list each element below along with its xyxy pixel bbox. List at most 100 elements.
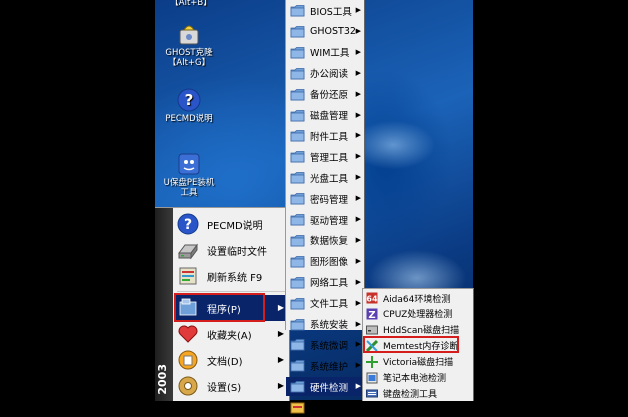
usb-tool-icon bbox=[177, 152, 201, 176]
start-item-label: 设置(S) bbox=[207, 382, 242, 394]
hardware-menu: 64 Aida64环境检测 Z CPUZ处理器检测 HddScan磁盘扫描 Memtest… bbox=[362, 288, 474, 401]
hardware-item-label: CPUZ处理器检测 bbox=[383, 310, 453, 321]
programs-item-label: 数据恢复 bbox=[310, 236, 349, 248]
programs-item[interactable]: 备份还原 ▶ bbox=[286, 85, 364, 104]
programs-item[interactable]: BIOS工具 ▶ bbox=[286, 1, 364, 20]
hardware-item[interactable]: Z CPUZ处理器检测 bbox=[363, 306, 473, 322]
desktop-icon-upe-tool[interactable]: U保盘PE装机 工具 bbox=[155, 152, 225, 198]
programs-item-label: 系统安装 bbox=[310, 320, 349, 331]
start-item-settings[interactable]: 设置(S) ▶ bbox=[174, 373, 288, 399]
programs-item[interactable]: WIM工具 ▶ bbox=[286, 43, 364, 62]
programs-item[interactable]: 系统安装 ▶ bbox=[286, 315, 364, 334]
drive-icon bbox=[177, 239, 199, 261]
hardware-item[interactable]: 64 Aida64环境检测 bbox=[363, 290, 473, 306]
ghost-icon bbox=[177, 22, 201, 46]
programs-item[interactable]: 网络工具 ▶ bbox=[286, 273, 364, 292]
programs-item[interactable]: 密码管理 ▶ bbox=[286, 189, 364, 208]
programs-item[interactable]: 管理工具 ▶ bbox=[286, 147, 364, 166]
hardware-item-label: Aida64环境检测 bbox=[383, 294, 451, 305]
programs-item[interactable]: 办公阅读 ▶ bbox=[286, 64, 364, 83]
folder-icon bbox=[290, 171, 305, 184]
programs-item-label: 附件工具 bbox=[310, 131, 349, 143]
start-item-label: PECMD说明 bbox=[207, 220, 263, 232]
folder-icon bbox=[290, 297, 305, 310]
start-menu-sidebar: 2003 bbox=[155, 208, 173, 401]
submenu-arrow-icon: ▶ bbox=[355, 298, 361, 307]
hardware-item[interactable]: 键盘检测工具 bbox=[363, 385, 473, 401]
programs-item[interactable]: 文件工具 ▶ bbox=[286, 294, 364, 313]
start-item-documents[interactable]: 文档(D) ▶ bbox=[174, 347, 288, 373]
desktop-icon-ghost[interactable]: GHOST克隆 【Alt+G】 bbox=[155, 22, 223, 68]
hardware-item-label: HddScan磁盘扫描 bbox=[383, 326, 460, 337]
folder-icon bbox=[290, 129, 305, 142]
svg-text:?: ? bbox=[185, 91, 194, 109]
refresh-icon bbox=[177, 265, 199, 287]
submenu-arrow-icon: ▶ bbox=[355, 361, 361, 370]
desktop-icon-label: PECMD说明 bbox=[165, 114, 213, 124]
programs-item-label: 备份还原 bbox=[310, 90, 349, 102]
hardware-item[interactable]: 笔记本电池检测 bbox=[363, 370, 473, 386]
submenu-arrow-icon: ▶ bbox=[355, 235, 361, 244]
folder-icon bbox=[290, 234, 305, 247]
start-item-temp-files[interactable]: 设置临时文件 bbox=[174, 237, 288, 263]
submenu-arrow-icon: ▶ bbox=[277, 329, 284, 338]
keyboard-icon bbox=[366, 387, 378, 399]
folder-icon bbox=[290, 318, 305, 331]
folder-icon bbox=[290, 359, 305, 372]
programs-item[interactable]: 系统维护 ▶ bbox=[286, 356, 364, 375]
programs-item-label: 办公阅读 bbox=[310, 69, 349, 81]
hardware-item-label: 键盘检测工具 bbox=[383, 389, 438, 400]
programs-item[interactable]: 系统微调 ▶ bbox=[286, 335, 364, 354]
folder-icon bbox=[290, 109, 305, 122]
submenu-arrow-icon: ▶ bbox=[355, 110, 361, 119]
desktop-icon-pecmd-help[interactable]: ? PECMD说明 bbox=[155, 88, 223, 124]
programs-item[interactable]: 磁盘管理 ▶ bbox=[286, 106, 364, 125]
submenu-arrow-icon: ▶ bbox=[277, 381, 284, 390]
programs-item[interactable]: GHOST32 ▶ bbox=[286, 22, 364, 41]
submenu-arrow-icon: ▶ bbox=[355, 6, 361, 14]
folder-icon bbox=[290, 276, 305, 289]
programs-item-label: 密码管理 bbox=[310, 194, 349, 206]
start-item-label: 收藏夹(A) bbox=[207, 330, 252, 342]
programs-item[interactable]: 附件工具 ▶ bbox=[286, 126, 364, 145]
folder-icon bbox=[290, 46, 305, 59]
start-item-refresh[interactable]: 刷新系统 F9 bbox=[174, 263, 288, 289]
programs-item-label: 系统维护 bbox=[310, 361, 349, 373]
folder-icon bbox=[290, 255, 305, 268]
programs-item-label: 文件工具 bbox=[310, 299, 349, 311]
programs-item-label: 网络工具 bbox=[310, 278, 349, 290]
programs-item[interactable]: 光盘工具 ▶ bbox=[286, 168, 364, 187]
hardware-item[interactable]: HddScan磁盘扫描 bbox=[363, 322, 473, 338]
programs-item-label: BIOS工具 bbox=[310, 6, 352, 18]
programs-item[interactable]: 我的工具 bbox=[286, 398, 364, 417]
hardware-item[interactable]: Memtest内存诊断 bbox=[363, 338, 473, 354]
submenu-arrow-icon: ▶ bbox=[355, 47, 361, 56]
start-item-pecmd-help[interactable]: ? PECMD说明 bbox=[174, 211, 288, 237]
programs-item-label: 图形图像 bbox=[310, 257, 349, 269]
programs-item[interactable]: 驱动管理 ▶ bbox=[286, 210, 364, 229]
programs-item[interactable]: 硬件检测 ▶ bbox=[286, 377, 364, 397]
submenu-arrow-icon: ▶ bbox=[355, 319, 361, 328]
hardware-item-label: 笔记本电池检测 bbox=[383, 374, 447, 384]
folder-icon bbox=[290, 4, 305, 17]
submenu-arrow-icon: ▶ bbox=[355, 340, 361, 349]
hddscan-icon bbox=[366, 324, 378, 336]
hardware-item-label: Victoria磁盘扫描 bbox=[383, 358, 454, 369]
start-item-label: 程序(P) bbox=[207, 304, 241, 316]
programs-icon bbox=[177, 297, 199, 319]
hardware-item[interactable]: Victoria磁盘扫描 bbox=[363, 354, 473, 370]
desktop-icon-bios[interactable]: 【Alt+B】 bbox=[157, 0, 225, 8]
programs-item[interactable]: 图形图像 ▶ bbox=[286, 252, 364, 271]
start-item-favorites[interactable]: 收藏夹(A) ▶ bbox=[174, 321, 288, 347]
start-item-programs[interactable]: 程序(P) ▶ bbox=[174, 295, 288, 321]
folder-icon bbox=[290, 380, 305, 393]
submenu-arrow-icon: ▶ bbox=[355, 256, 361, 265]
settings-icon bbox=[177, 375, 199, 397]
victoria-icon bbox=[366, 355, 378, 368]
programs-item-label: 系统微调 bbox=[310, 340, 349, 352]
menu-separator bbox=[177, 291, 285, 292]
programs-item-label: 磁盘管理 bbox=[310, 111, 349, 122]
programs-item[interactable]: 数据恢复 ▶ bbox=[286, 231, 364, 250]
folder-icon bbox=[290, 25, 305, 38]
programs-item-label: 硬件检测 bbox=[310, 382, 349, 394]
